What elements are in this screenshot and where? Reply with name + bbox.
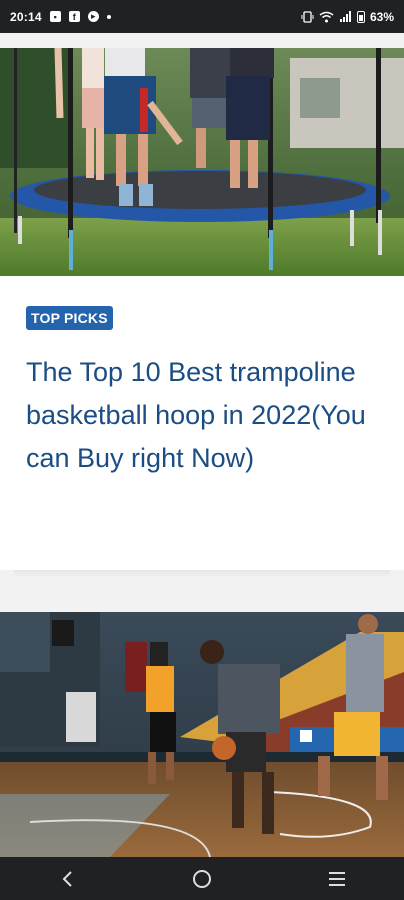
- home-icon: [192, 869, 211, 888]
- battery-icon: [356, 10, 365, 23]
- status-time: 20:14: [10, 9, 42, 24]
- vibrate-icon: [301, 10, 314, 23]
- category-badge[interactable]: TOP PICKS: [26, 306, 113, 330]
- article-hero-image[interactable]: [0, 48, 404, 276]
- facebook-icon: f: [68, 11, 80, 22]
- status-bar-right: 63%: [301, 10, 394, 24]
- system-nav-bar: [0, 857, 404, 900]
- media-icon: ▸: [87, 11, 99, 22]
- status-bar: 20:14 ▪ f ▸ 63%: [0, 0, 404, 33]
- recents-icon: [328, 871, 345, 886]
- back-button[interactable]: [47, 864, 87, 894]
- back-icon: [62, 870, 73, 887]
- signal-icon: [339, 10, 351, 22]
- home-button[interactable]: [182, 864, 222, 894]
- article-card-2-image[interactable]: [0, 612, 404, 857]
- status-bar-left: 20:14 ▪ f ▸: [10, 10, 111, 24]
- wifi-icon: [319, 11, 334, 22]
- card-divider: [14, 570, 390, 578]
- article-title[interactable]: The Top 10 Best trampoline basketball ho…: [26, 351, 386, 480]
- notification-dot-icon: [106, 14, 111, 19]
- message-icon: ▪: [49, 11, 61, 22]
- battery-level: 63%: [369, 9, 394, 24]
- recents-button[interactable]: [317, 864, 357, 894]
- article-card[interactable]: TOP PICKS The Top 10 Best trampoline bas…: [0, 48, 404, 570]
